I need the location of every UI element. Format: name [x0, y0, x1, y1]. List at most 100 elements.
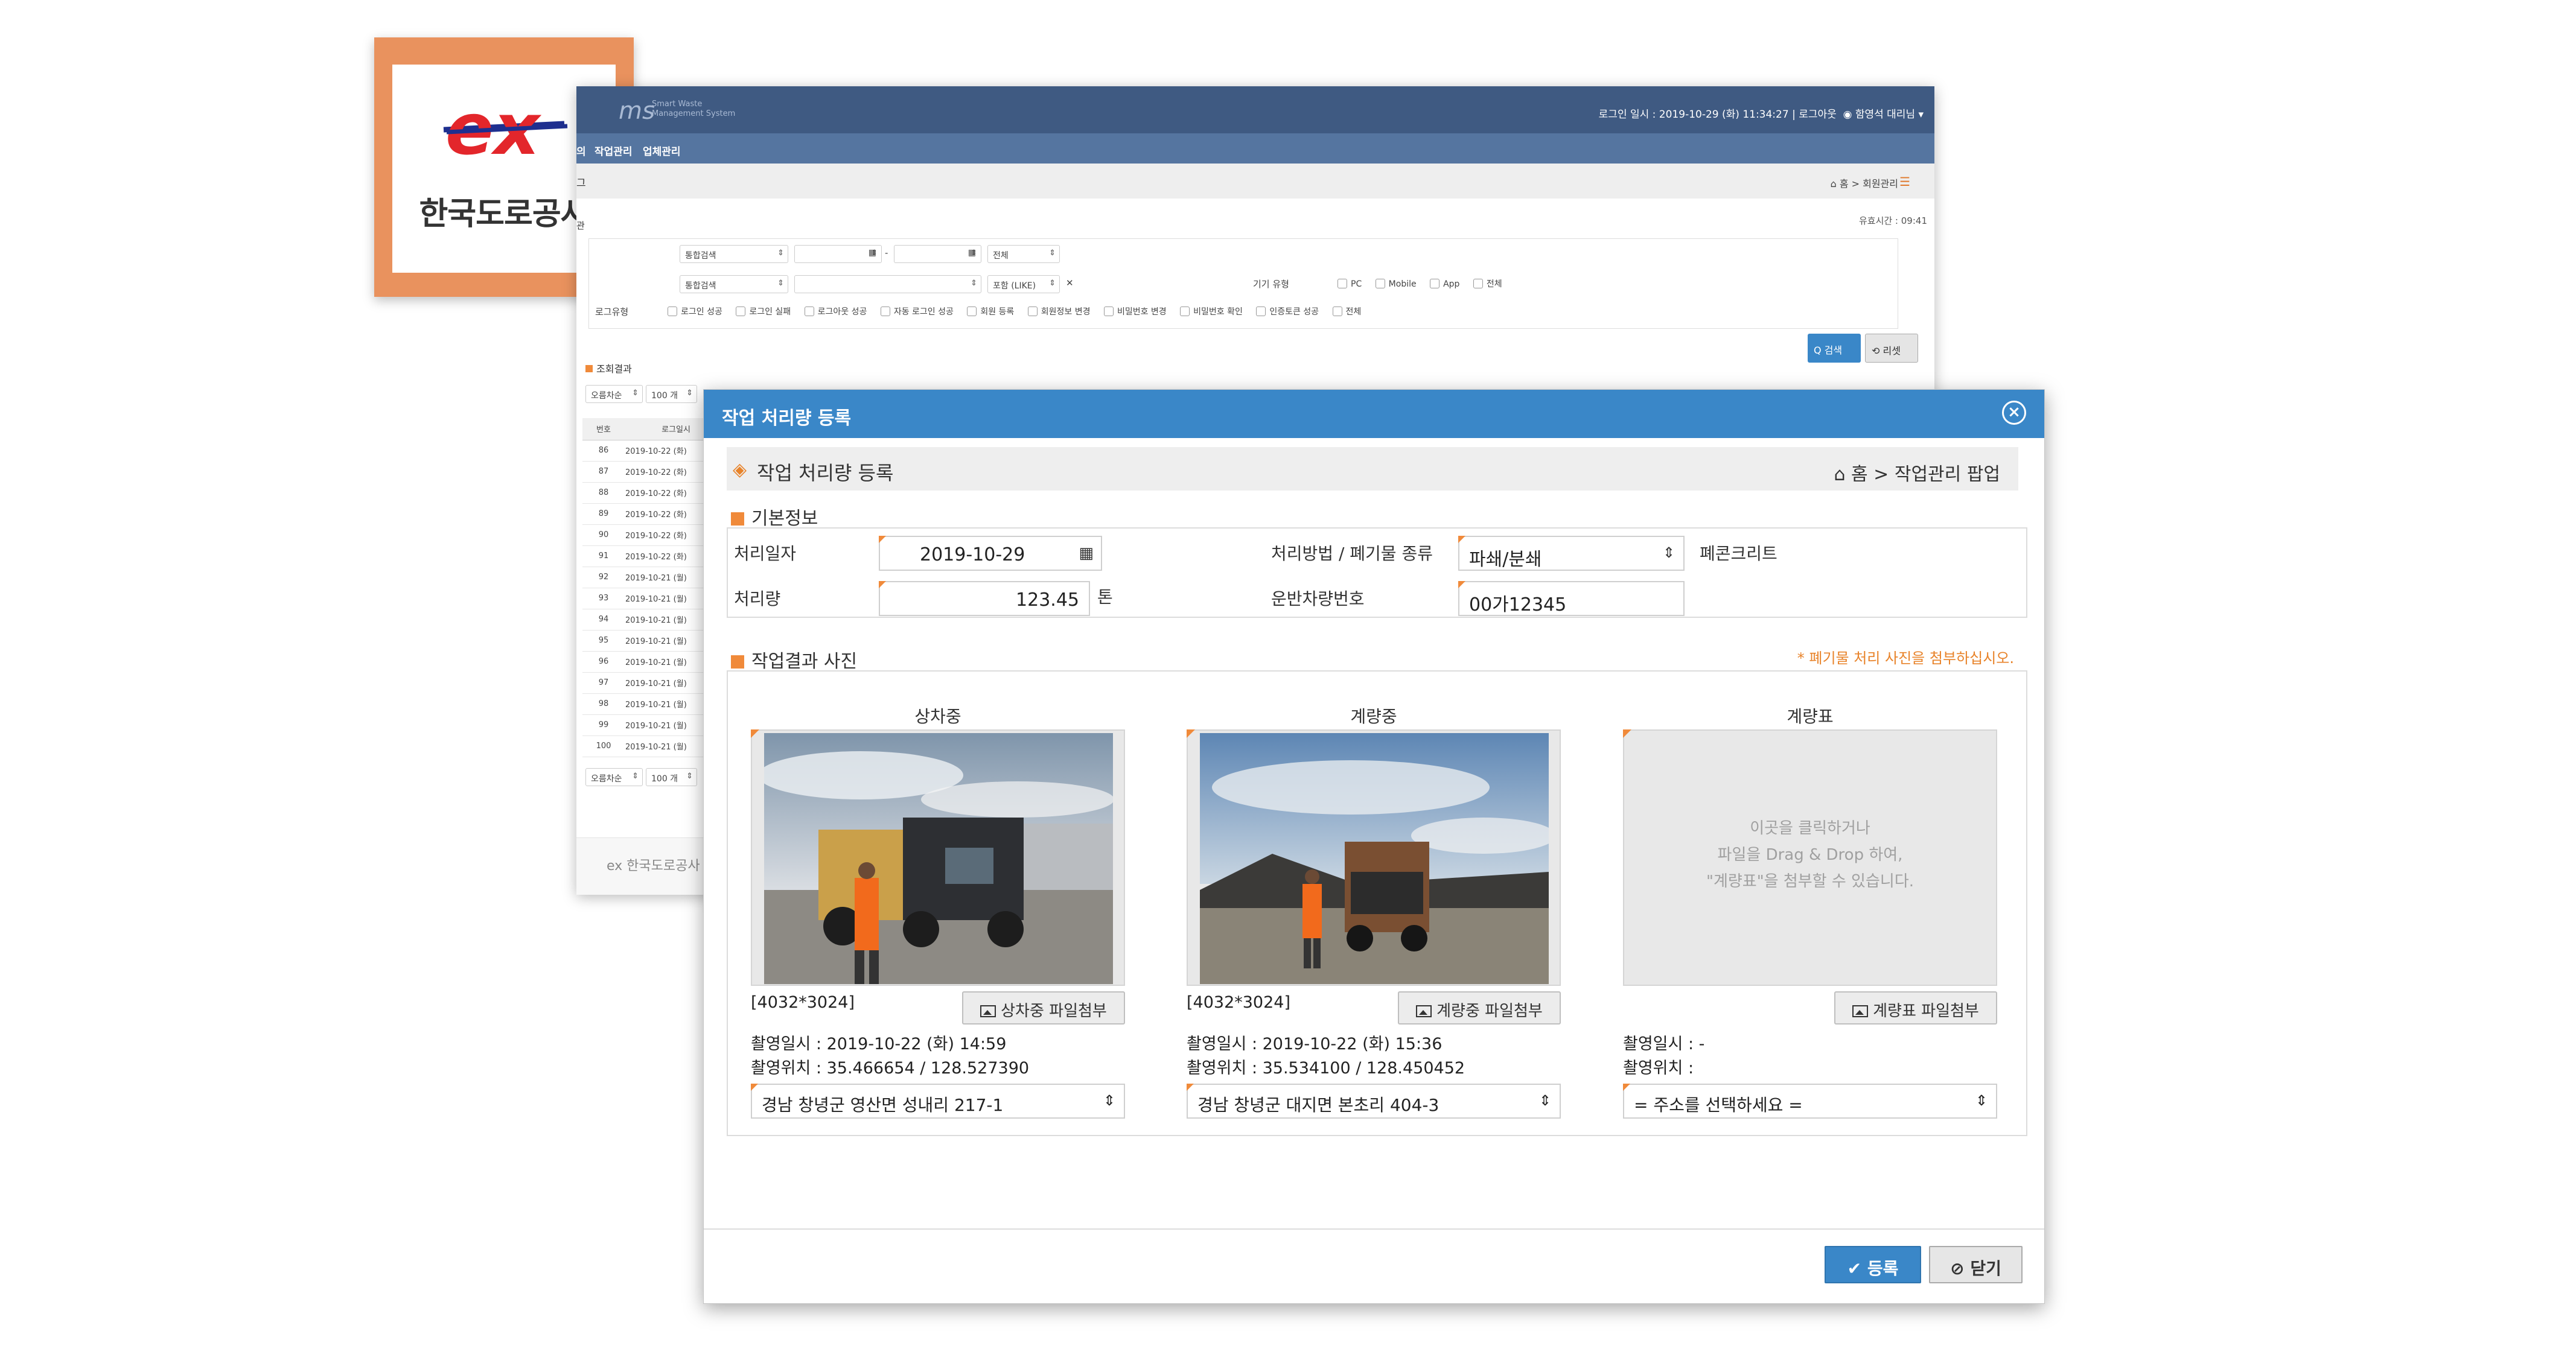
address-select[interactable]: = 주소를 선택하세요 = ⇕ — [1623, 1084, 1997, 1119]
image-icon — [980, 1005, 996, 1017]
log-checkbox: 회원정보 변경 — [1027, 307, 1091, 317]
nav-item-company[interactable]: 업체관리 — [643, 143, 681, 158]
nav-item-work[interactable]: 작업관리 — [595, 143, 633, 158]
device-checkbox: App — [1430, 279, 1459, 289]
end-date-input[interactable]: ▦ — [894, 245, 981, 263]
photo-loading[interactable] — [751, 729, 1125, 986]
chevron-updown-icon: ⇕ — [1975, 1092, 1988, 1109]
period-select[interactable]: 전체 — [987, 245, 1060, 263]
amount-input[interactable]: 123.45 — [879, 581, 1090, 616]
breadcrumb-bar: 그 ⌂ 홈 > 회원관리 ☰ — [576, 164, 1934, 199]
attach-weightslip-button[interactable]: 계량표 파일첨부 — [1834, 991, 1997, 1024]
work-amount-modal: 작업 처리량 등록 × ◈ 작업 처리량 등록 ⌂ 홈 > 작업관리 팝업 기본… — [703, 389, 2045, 1304]
match-type-select[interactable]: 포함 (LIKE) — [987, 275, 1060, 293]
device-type-checkboxes[interactable]: PC Mobile App 전체 — [1337, 278, 1513, 290]
sort-select-bottom[interactable]: 오름차순 — [585, 768, 643, 786]
user-menu[interactable]: ◉ 함영석 대리님 ▾ — [1843, 109, 1924, 121]
modal-subheader: ◈ 작업 처리량 등록 ⌂ 홈 > 작업관리 팝업 — [727, 447, 2018, 491]
device-checkbox: PC — [1337, 279, 1362, 289]
photo-weighing[interactable] — [1187, 729, 1561, 986]
basic-info-box: 처리일자 2019-10-29 ▦ 처리량 123.45 톤 처리방법 / 폐기… — [727, 527, 2027, 618]
date-input[interactable]: 2019-10-29 ▦ — [879, 536, 1102, 571]
amount-unit: 톤 — [1097, 587, 1113, 607]
photo-title: 상차중 — [914, 707, 961, 726]
photo-title: 계량표 — [1787, 707, 1834, 726]
search-button[interactable]: Q 검색 — [1808, 334, 1861, 363]
vehicle-label: 운반차량번호 — [1271, 589, 1365, 609]
clear-icon[interactable]: ✕ — [1066, 278, 1074, 288]
shot-location: 촬영위치 : 35.534100 / 128.450452 — [1187, 1059, 1465, 1078]
photo-title: 계량중 — [1350, 707, 1397, 726]
photo-meta: 촬영일시 : 2019-10-22 (화) 14:59 촬영위치 : 35.46… — [751, 1032, 1029, 1081]
close-icon[interactable]: × — [2002, 401, 2026, 425]
device-checkbox: 전체 — [1473, 279, 1502, 289]
method-select[interactable]: 파쇄/분쇄 ⇕ — [1458, 536, 1685, 571]
section-title-partial: 관 — [576, 220, 585, 231]
app-header: ms Smart Waste Management System 로그인 일시 :… — [576, 86, 1934, 133]
modal-title: 작업 처리량 등록 — [722, 408, 852, 429]
results-label: 조회결과 — [585, 361, 632, 375]
log-checkbox: 비밀번호 확인 — [1180, 307, 1243, 317]
shot-time: 촬영일시 : 2019-10-22 (화) 15:36 — [1187, 1035, 1443, 1053]
main-nav: 의 작업관리 업체관리 — [576, 133, 1934, 164]
search-type-select[interactable]: 통합검색 — [680, 245, 788, 263]
log-checkbox: 비밀번호 변경 — [1103, 307, 1167, 317]
address-select[interactable]: 경남 창녕군 영산면 성내리 217-1 ⇕ — [751, 1084, 1125, 1119]
vehicle-input[interactable]: 00가12345 — [1458, 581, 1685, 616]
attach-loading-button[interactable]: 상차중 파일첨부 — [962, 991, 1125, 1024]
shot-location: 촬영위치 : — [1623, 1059, 1694, 1078]
calendar-icon: ▦ — [968, 248, 976, 258]
layers-icon: ◈ — [733, 459, 747, 480]
keyword-type-select[interactable]: 통합검색 — [680, 275, 788, 293]
chevron-updown-icon: ⇕ — [1662, 544, 1675, 561]
keyword-input[interactable] — [794, 275, 981, 293]
log-checkbox: 로그인 성공 — [668, 307, 722, 317]
date-label: 처리일자 — [734, 544, 797, 564]
register-button[interactable]: ✔ 등록 — [1825, 1246, 1921, 1283]
page-title-partial: 그 — [576, 177, 586, 189]
column-header: 번호 — [582, 418, 625, 440]
weighing-truck-photo — [1200, 733, 1549, 984]
modal-subtitle: 작업 처리량 등록 — [757, 462, 894, 484]
attach-weighing-button[interactable]: 계량중 파일첨부 — [1398, 991, 1561, 1024]
waste-type: 폐콘크리트 — [1700, 544, 1777, 564]
app-brand: ms — [619, 97, 655, 125]
address-select[interactable]: 경남 창녕군 대지면 본초리 404-3 ⇕ — [1187, 1084, 1561, 1119]
section-basic-info: 기본정보 — [731, 503, 818, 530]
log-checkbox: 회원 등록 — [967, 307, 1014, 317]
log-type-checkboxes[interactable]: 로그인 성공 로그인 실패 로그아웃 성공 자동 로그인 성공 회원 등록 회원… — [668, 305, 1372, 317]
sort-select-top[interactable]: 오름차순 — [585, 385, 643, 403]
photo-dropzone[interactable]: 이곳을 클릭하거나 파일을 Drag & Drop 하여, "계량표"을 첨부할… — [1623, 729, 1997, 986]
loading-truck-photo — [764, 733, 1113, 984]
photo-meta: 촬영일시 : - 촬영위치 : — [1623, 1032, 1704, 1081]
chevron-updown-icon: ⇕ — [1538, 1092, 1551, 1109]
section-photos: 작업결과 사진 — [731, 646, 857, 673]
photo-resolution: [4032*3024] — [751, 993, 855, 1012]
reset-button[interactable]: ⟲ 리셋 — [1865, 334, 1918, 363]
login-info[interactable]: 로그인 일시 : 2019-10-29 (화) 11:34:27 | 로그아웃 … — [1599, 106, 1924, 121]
log-checkbox: 자동 로그인 성공 — [880, 307, 954, 317]
dropzone-hint: 이곳을 클릭하거나 파일을 Drag & Drop 하여, "계량표"을 첨부할… — [1706, 819, 1914, 891]
method-label: 처리방법 / 폐기물 종류 — [1271, 544, 1433, 564]
modal-header: 작업 처리량 등록 × — [704, 390, 2044, 438]
session-timer: 유효시간 : 09:41 — [1858, 215, 1927, 226]
shot-time: 촬영일시 : - — [1623, 1035, 1705, 1053]
start-date-input[interactable]: ▦ — [794, 245, 882, 263]
page-size-select-top[interactable]: 100 개 — [646, 385, 697, 403]
log-checkbox: 전체 — [1332, 307, 1361, 317]
calendar-icon: ▦ — [868, 248, 876, 258]
amount-label: 처리량 — [734, 589, 781, 609]
image-icon — [1852, 1005, 1869, 1017]
close-button[interactable]: ⊘ 닫기 — [1929, 1246, 2023, 1283]
device-checkbox: Mobile — [1375, 279, 1417, 289]
photo-note: * 폐기물 처리 사진을 첨부하십시오. — [1797, 650, 2014, 667]
calendar-icon[interactable]: ▦ — [1079, 544, 1094, 562]
nav-item-partial[interactable]: 의 — [576, 143, 586, 158]
breadcrumb: ⌂ 홈 > 작업관리 팝업 — [1834, 464, 2000, 485]
device-type-label: 기기 유형 — [1253, 279, 1289, 290]
menu-icon[interactable]: ☰ — [1899, 174, 1910, 189]
log-checkbox: 로그인 실패 — [736, 307, 791, 317]
image-icon — [1416, 1005, 1432, 1017]
page-size-select-bottom[interactable]: 100 개 — [646, 768, 697, 786]
modal-footer: ✔ 등록 ⊘ 닫기 — [704, 1228, 2044, 1304]
